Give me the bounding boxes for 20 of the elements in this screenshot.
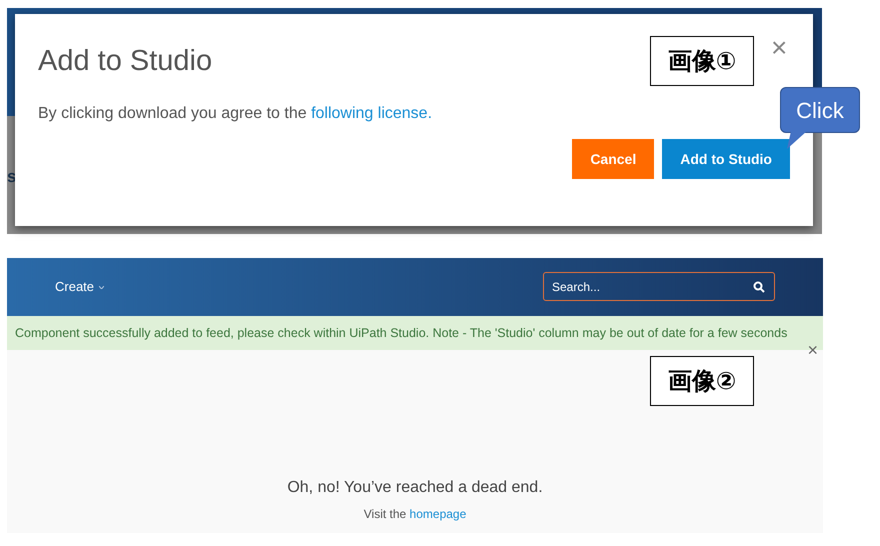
- annotation-label: 画像①: [650, 36, 754, 86]
- alert-message: Component successfully added to feed, please check within UiPath Studio. Note - The 'Studio' column may be out of date for a few seconds: [15, 324, 788, 342]
- close-button[interactable]: ×: [771, 34, 788, 62]
- create-menu[interactable]: Create: [55, 277, 94, 297]
- add-to-studio-button[interactable]: Add to Studio: [662, 139, 790, 179]
- caret-icon: [99, 286, 104, 288]
- error-heading: Oh, no! You’ve reached a dead end.: [287, 478, 543, 498]
- annotation-label: 画像②: [650, 356, 754, 406]
- license-message: By clicking download you agree to the following license.: [38, 104, 432, 124]
- homepage-link[interactable]: homepage: [410, 507, 466, 521]
- callout-pointer: [785, 131, 809, 151]
- dialog-title: Add to Studio: [38, 44, 212, 79]
- click-callout: Click: [780, 87, 860, 133]
- homepage-message: Visit the homepage: [364, 506, 466, 523]
- license-link[interactable]: following license.: [311, 105, 432, 122]
- cancel-button[interactable]: Cancel: [572, 139, 654, 179]
- page-text: s: [7, 168, 16, 185]
- search-field[interactable]: Search...: [543, 272, 775, 301]
- search-icon: [753, 281, 765, 293]
- close-button[interactable]: ×: [807, 341, 818, 359]
